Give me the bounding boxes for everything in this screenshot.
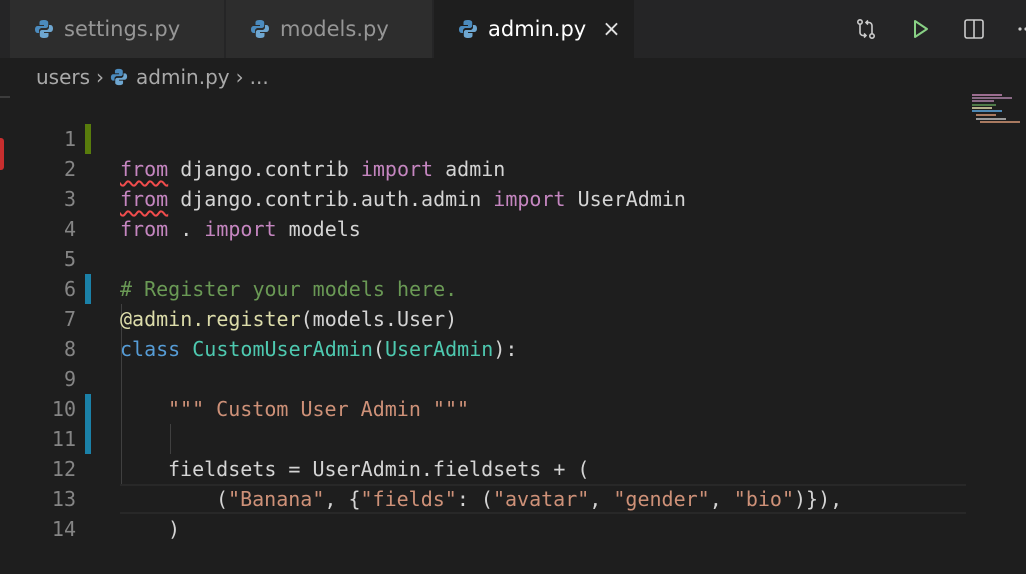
editor-tab-bar: settings.py models.py admin.py × xyxy=(0,0,1026,58)
current-line-highlight xyxy=(120,484,966,514)
tab-label: settings.py xyxy=(64,17,181,41)
code-text: ) xyxy=(168,517,181,541)
chevron-right-icon: › xyxy=(235,65,244,89)
source-control-compare-icon[interactable] xyxy=(854,17,878,41)
tab-admin-py[interactable]: admin.py × xyxy=(434,0,634,58)
split-editor-icon[interactable] xyxy=(962,17,986,41)
tab-label: admin.py xyxy=(488,17,587,41)
line-number: 14 xyxy=(51,517,76,541)
breadcrumb-symbol[interactable]: ... xyxy=(250,65,269,89)
chevron-right-icon: › xyxy=(96,65,105,89)
code-line: 1 from django.contrib import admin xyxy=(0,94,1026,181)
code-editor[interactable]: 1 from django.contrib import admin 2 fro… xyxy=(0,94,1026,541)
breadcrumb: users › admin.py › ... xyxy=(36,62,269,92)
breadcrumb-folder[interactable]: users xyxy=(36,65,90,89)
python-file-icon xyxy=(251,20,269,38)
python-file-icon xyxy=(110,68,128,86)
code-line: 2 from django.contrib.auth.admin import … xyxy=(0,124,1026,211)
code-line: 3 from . import models xyxy=(0,154,1026,241)
python-file-icon xyxy=(35,20,53,38)
code-line: 5 # Register your models here. xyxy=(0,214,1026,301)
tab-models-py[interactable]: models.py xyxy=(226,0,432,58)
tab-settings-py[interactable]: settings.py xyxy=(10,0,224,58)
code-line: 9 """ Custom User Admin """ xyxy=(0,334,1026,421)
code-line: 8 xyxy=(0,304,1026,361)
run-icon[interactable] xyxy=(908,17,932,41)
code-line: 10 xyxy=(0,364,1026,421)
breadcrumb-file[interactable]: admin.py xyxy=(136,65,230,89)
code-line: 13 ) xyxy=(0,454,1026,541)
python-file-icon xyxy=(459,20,477,38)
code-line: 11 fieldsets = UserAdmin.fieldsets + ( xyxy=(0,394,1026,481)
more-actions-icon[interactable] xyxy=(1010,17,1026,41)
code-line: 6 @admin.register(models.User) xyxy=(0,244,1026,331)
editor-actions xyxy=(854,0,1026,58)
close-icon[interactable]: × xyxy=(602,17,620,42)
code-line: 12 ("Banana", {"fields": ("avatar", "gen… xyxy=(0,424,1026,511)
tab-label: models.py xyxy=(280,17,389,41)
code-line: 7 class CustomUserAdmin(UserAdmin): xyxy=(0,274,1026,361)
code-line: 4 xyxy=(0,184,1026,241)
